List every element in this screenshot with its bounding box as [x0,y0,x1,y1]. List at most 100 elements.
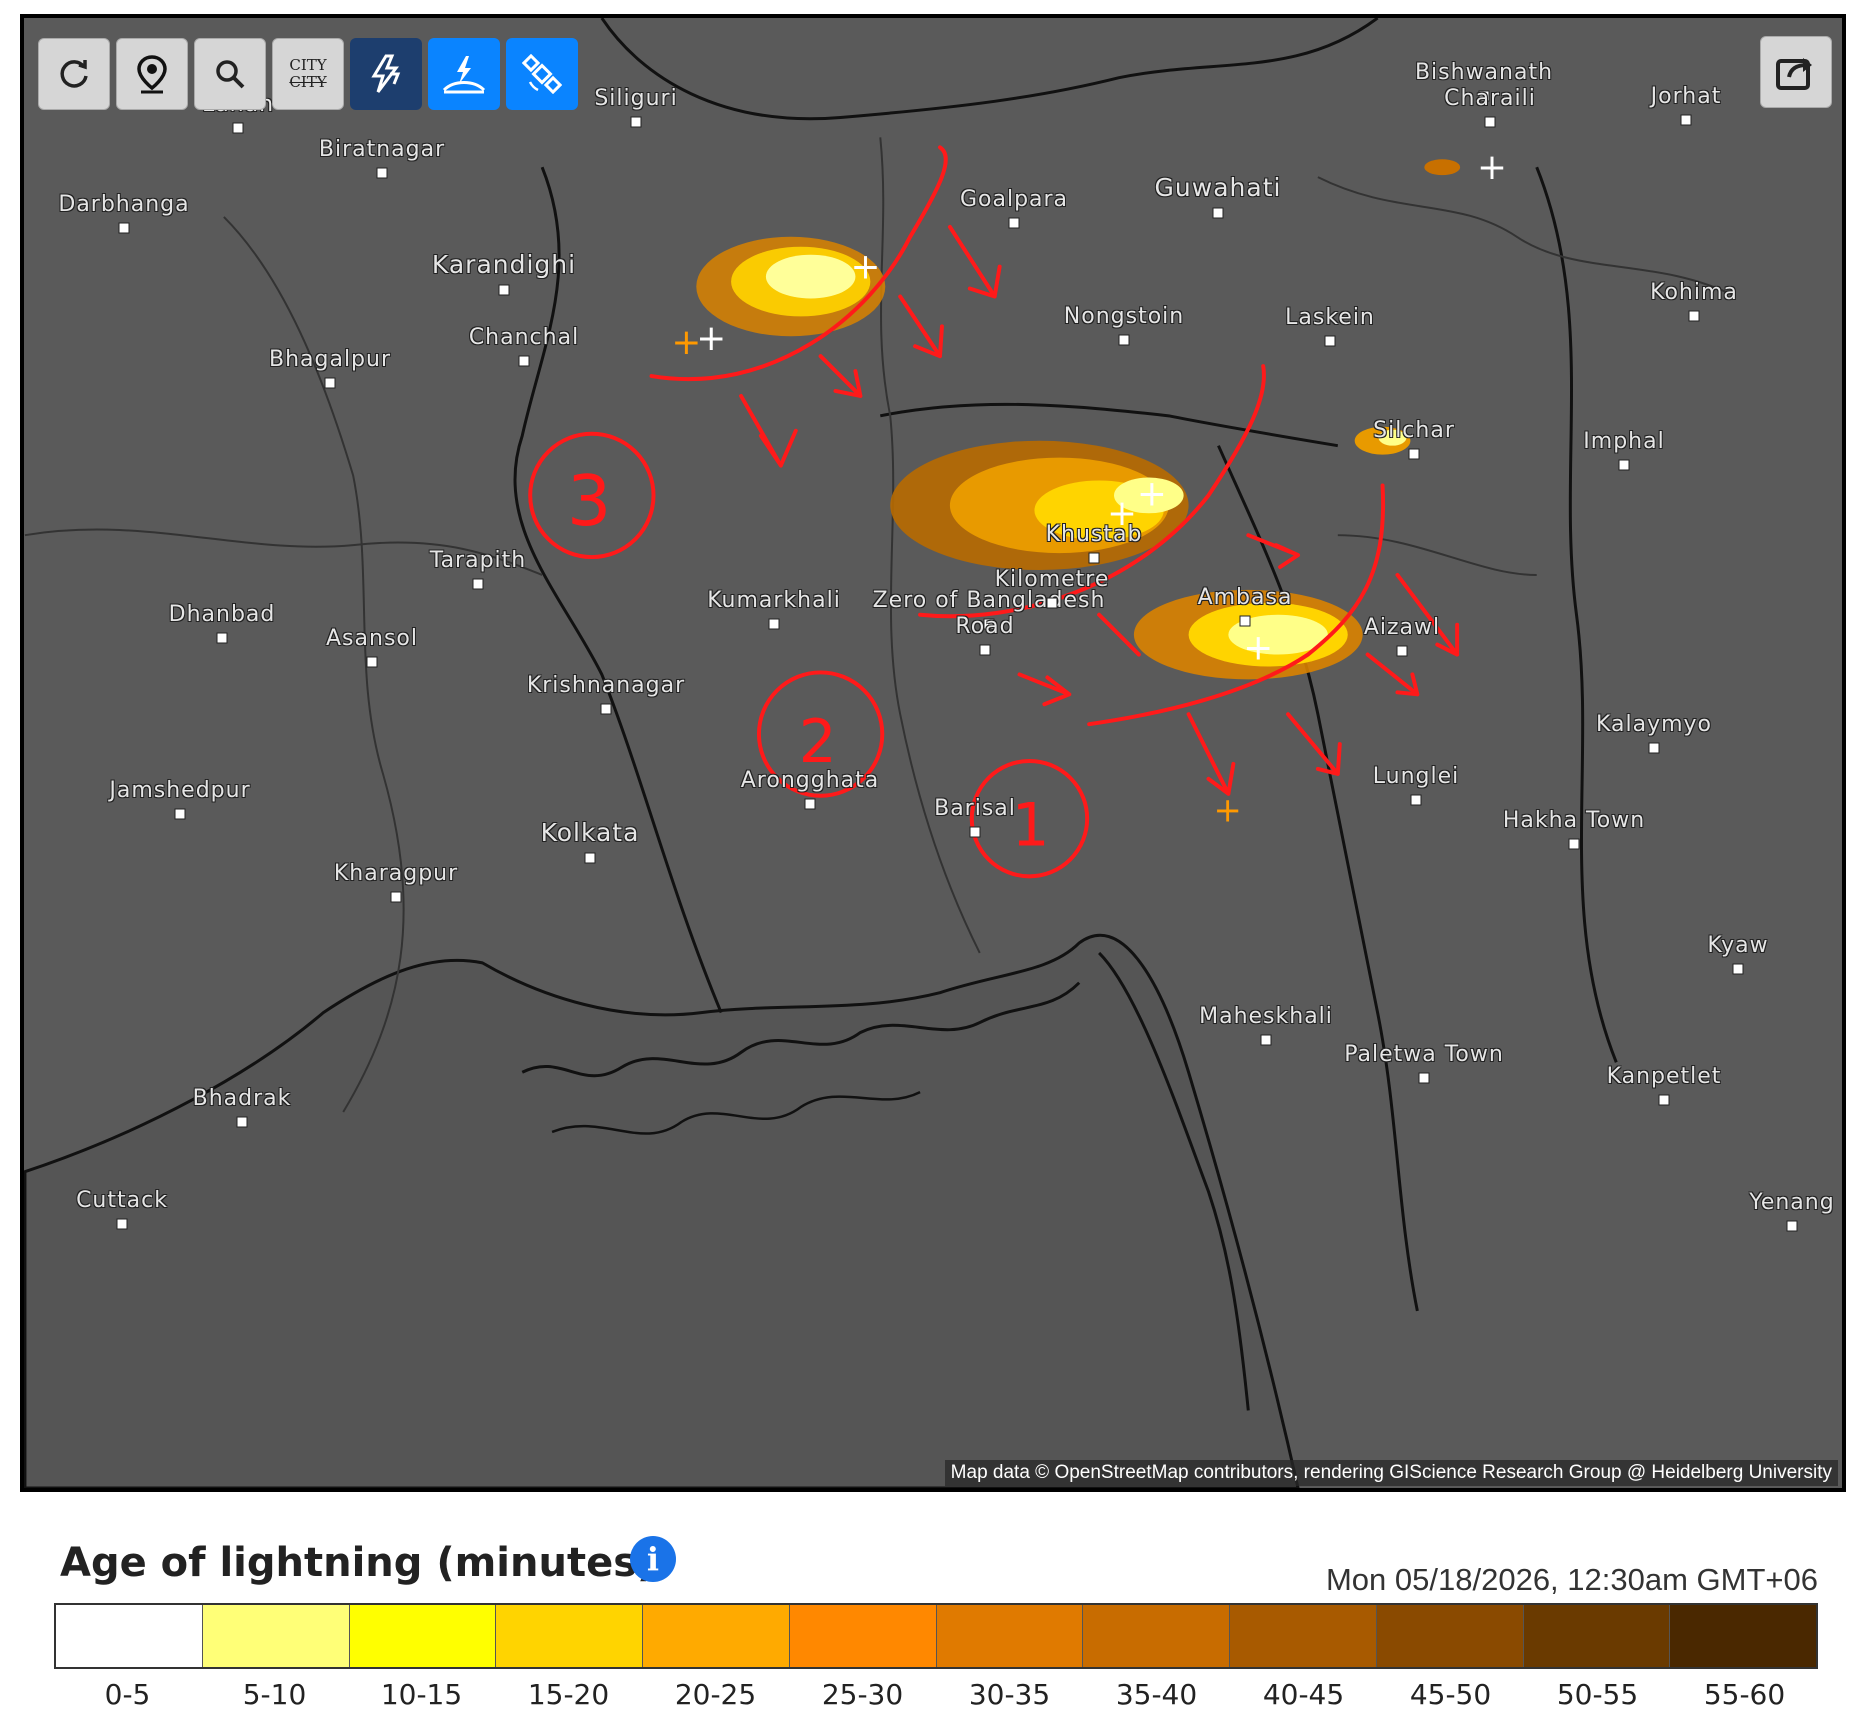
city-label: Kharagpur [333,861,459,886]
city-strike-icon: CITY CITY [289,56,327,91]
city-label: Paletwa Town [1344,1042,1504,1067]
map-attribution[interactable]: Map data © OpenStreetMap contributors, r… [944,1460,1838,1486]
legend-swatch [349,1605,497,1667]
city-label: Jamshedpur [109,778,251,803]
svg-text:+: + [1213,791,1241,830]
city-marker [969,826,981,838]
satellite-toggle[interactable] [506,38,578,110]
city-marker [979,644,991,656]
satellite-icon [522,54,562,94]
city-label: Goalpara [959,187,1069,212]
city-marker [324,377,336,389]
legend-swatch [1523,1605,1671,1667]
city-labels-toggle[interactable]: CITY CITY [272,38,344,110]
legend-swatch [496,1605,643,1667]
zoom-icon [216,60,245,89]
city-label: Khustab [1045,522,1143,547]
city-label: Charaili [1444,86,1536,111]
city-label: Kalaymyo [1595,712,1713,737]
info-icon[interactable]: i [630,1536,676,1582]
city-label: Siliguri [594,86,678,111]
map-view[interactable]: + + + + + + + + 3 2 1 Siliguri Biratnaga… [20,14,1846,1492]
city-marker [216,632,228,644]
city-marker [630,116,642,128]
city-marker [376,167,388,179]
city-marker [804,798,816,810]
svg-text:+: + [696,318,726,359]
city-label: Karandighi [431,250,577,279]
timestamp: Mon 05/18/2026, 12:30am GMT+06 [1325,1562,1818,1597]
legend-labels: 0-5 5-10 10-15 15-20 20-25 25-30 30-35 35-40 40-… [54,1678,1818,1711]
city-label: Arongghata [740,768,880,793]
city-marker [1008,217,1020,229]
city-marker [768,618,780,630]
city-marker [1648,742,1660,754]
city-label: Bishwanath [1414,60,1554,85]
city-marker [1260,1034,1272,1046]
lightning-layer-toggle[interactable] [350,38,422,110]
map-pin-icon [137,55,167,94]
city-marker [1239,615,1251,627]
city-label: Yenang [1749,1190,1835,1215]
legend-label: 30-35 [968,1678,1051,1711]
lightning-cluster-center: + + [890,440,1189,570]
zoom-button[interactable] [194,38,266,110]
city-label: Lunglei [1372,764,1460,789]
legend-color-bar [54,1603,1818,1669]
city-label: Imphal [1583,429,1665,454]
city-marker [236,1116,248,1128]
city-label: Guwahati [1154,173,1282,202]
share-icon [1776,58,1812,90]
city-label: Asansol [326,626,418,651]
city-marker [366,656,378,668]
city-marker [1618,459,1630,471]
city-marker [1786,1220,1798,1232]
city-marker [1484,116,1496,128]
city-marker [1212,207,1224,219]
city-label: Biratnagar [318,137,446,162]
annotation-3: 3 [567,461,611,542]
legend-label: 25-30 [821,1678,904,1711]
city-marker [1088,552,1100,564]
city-label: Barisal [934,796,1016,821]
legend-swatch [1376,1605,1524,1667]
legend-label: 15-20 [527,1678,610,1711]
city-label: Jorhat [1650,84,1722,109]
city-marker [1680,114,1692,126]
legend-label: 0-5 [104,1678,151,1711]
location-button[interactable] [116,38,188,110]
city-marker [232,122,244,134]
city-label: Bhagalpur [268,347,392,372]
city-marker [1658,1094,1670,1106]
legend-swatch [56,1605,203,1667]
city-marker [1324,335,1336,347]
legend-label: 35-40 [1115,1678,1198,1711]
legend-label: 5-10 [242,1678,307,1711]
city-marker [1118,334,1130,346]
legend-swatch [936,1605,1084,1667]
city-marker [498,284,510,296]
city-marker [1396,645,1408,657]
legend-label: 40-45 [1262,1678,1345,1711]
city-marker [1410,794,1422,806]
legend-swatch [1230,1605,1377,1667]
ground-strike-toggle[interactable] [428,38,500,110]
city-label: Krishnanagar [526,673,686,698]
legend-label: 20-25 [674,1678,757,1711]
city-label: Ambasa [1197,585,1293,610]
refresh-button[interactable] [38,38,110,110]
city-marker [1046,597,1058,609]
legend-label: 55-60 [1703,1678,1786,1711]
share-button[interactable] [1760,36,1832,108]
city-label: Nongstoin [1063,304,1185,329]
city-marker [390,891,402,903]
city-label: Kohima [1650,280,1738,305]
city-label: Darbhanga [58,192,190,217]
legend-title: Age of lightning (minutes) [60,1540,656,1586]
annotation-1: 1 [1012,791,1050,860]
city-marker [518,355,530,367]
city-label: Road [955,614,1015,639]
map-canvas[interactable]: + + + + + + + + 3 2 1 [24,18,1842,1488]
city-label: Aizawl [1363,615,1441,640]
city-label: Silchar [1373,418,1455,443]
